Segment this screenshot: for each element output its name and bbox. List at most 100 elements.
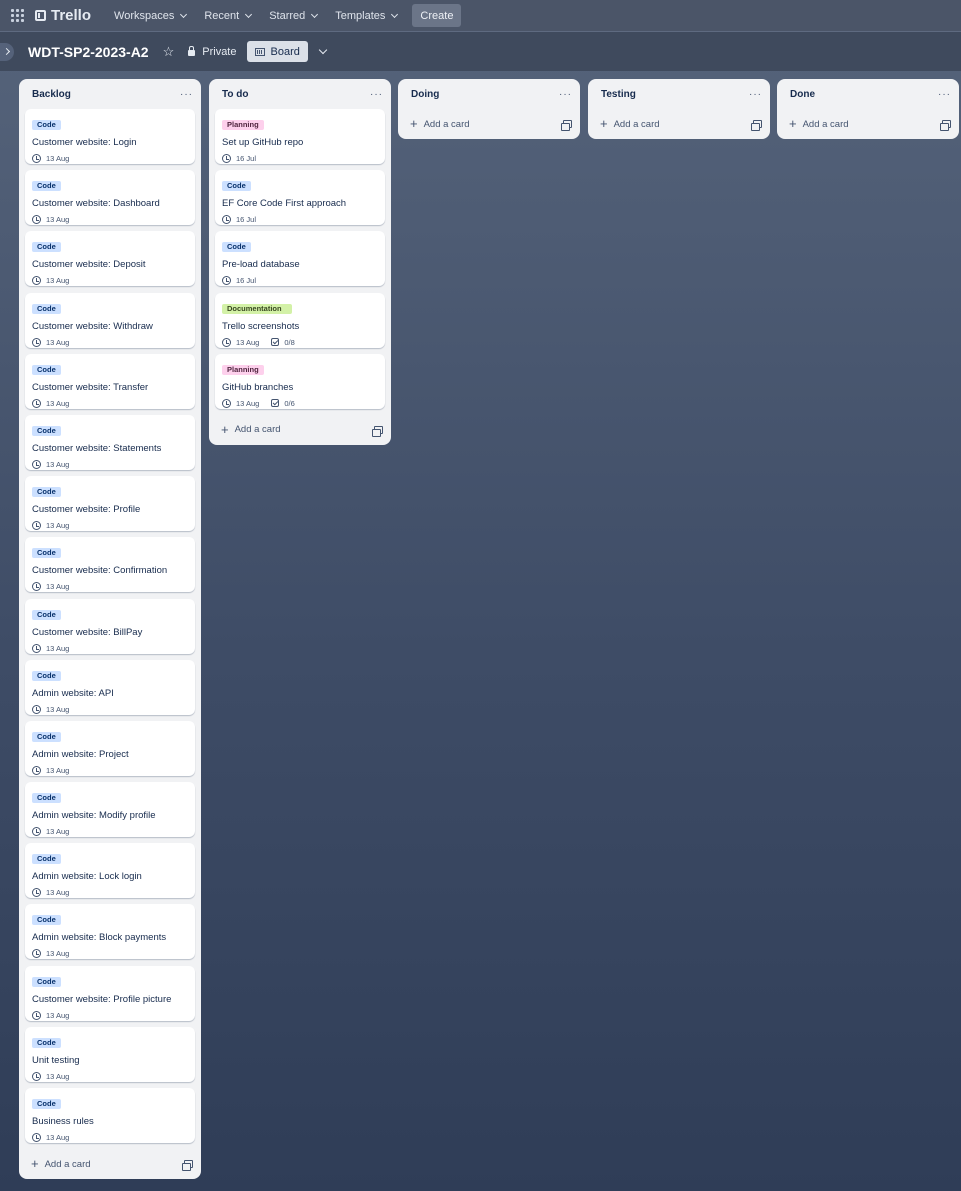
- card[interactable]: Code Customer website: Deposit 13 Aug: [25, 231, 195, 287]
- card-due-date[interactable]: 13 Aug: [46, 154, 69, 163]
- card[interactable]: Code Customer website: Login 13 Aug: [25, 109, 195, 164]
- card-due-date[interactable]: 13 Aug: [46, 521, 69, 530]
- card-due-date[interactable]: 13 Aug: [236, 399, 259, 408]
- card-label[interactable]: Documentation: [222, 303, 292, 314]
- nav-templates[interactable]: Templates: [326, 4, 406, 28]
- list-menu-icon[interactable]: ···: [938, 89, 951, 100]
- card-label[interactable]: Planning: [222, 364, 264, 375]
- card-due-date[interactable]: 13 Aug: [46, 644, 69, 653]
- card-template-icon[interactable]: [751, 120, 762, 131]
- card[interactable]: Code EF Core Code First approach 16 Jul: [215, 170, 385, 226]
- card-due-date[interactable]: 13 Aug: [46, 1133, 69, 1142]
- board-title[interactable]: WDT-SP2-2023-A2: [28, 44, 149, 60]
- card[interactable]: Code Customer website: Profile 13 Aug: [25, 476, 195, 532]
- card[interactable]: Code Admin website: Block payments 13 Aug: [25, 904, 195, 960]
- card-label[interactable]: Code: [32, 854, 61, 865]
- add-card-button[interactable]: + Add a card: [600, 117, 660, 130]
- card-label[interactable]: Code: [32, 242, 61, 253]
- views-chevron-icon[interactable]: [318, 45, 328, 54]
- card-label[interactable]: Code: [32, 181, 61, 192]
- card-due-date[interactable]: 13 Aug: [46, 1011, 69, 1020]
- card[interactable]: Code Admin website: Project 13 Aug: [25, 720, 195, 776]
- card[interactable]: Code Customer website: Profile picture 13 …: [25, 965, 195, 1021]
- card-due-date[interactable]: 13 Aug: [46, 1072, 69, 1081]
- star-icon[interactable]: ☆: [163, 44, 175, 60]
- list-header[interactable]: Testing ···: [588, 79, 770, 109]
- list-header[interactable]: Done ···: [777, 79, 959, 109]
- card-label[interactable]: Planning: [222, 120, 264, 130]
- card-due-date[interactable]: 13 Aug: [46, 766, 69, 775]
- card-due-date[interactable]: 16 Jul: [236, 154, 256, 163]
- list-menu-icon[interactable]: ···: [180, 89, 193, 100]
- card-label[interactable]: Code: [32, 364, 61, 375]
- card-due-date[interactable]: 13 Aug: [46, 827, 69, 836]
- list-header[interactable]: Doing ···: [398, 79, 580, 109]
- card-due-date[interactable]: 16 Jul: [236, 215, 256, 224]
- card-due-date[interactable]: 13 Aug: [46, 888, 69, 897]
- card-label[interactable]: Code: [32, 120, 61, 130]
- app-switcher-icon[interactable]: [11, 8, 27, 24]
- card-due-date[interactable]: 13 Aug: [46, 460, 69, 469]
- card-label[interactable]: Code: [32, 425, 61, 436]
- list-header[interactable]: To do ···: [209, 79, 391, 109]
- add-card-button[interactable]: + Add a card: [31, 1157, 91, 1170]
- card-template-icon[interactable]: [182, 1160, 193, 1172]
- create-button[interactable]: Create: [412, 4, 462, 27]
- card-due-date[interactable]: 13 Aug: [46, 399, 69, 408]
- card-template-icon[interactable]: [940, 120, 951, 131]
- card-label[interactable]: Code: [32, 976, 61, 987]
- list-header[interactable]: Backlog ···: [19, 79, 201, 109]
- list-menu-icon[interactable]: ···: [370, 89, 383, 100]
- card[interactable]: Code Pre-load database 16 Jul: [215, 231, 385, 287]
- add-card-button[interactable]: + Add a card: [221, 423, 281, 436]
- sidebar-toggle[interactable]: [0, 42, 14, 61]
- card[interactable]: Code Admin website: Modify profile 13 Aug: [25, 782, 195, 838]
- card[interactable]: Code Customer website: Transfer 13 Aug: [25, 353, 195, 409]
- list-title[interactable]: To do: [222, 89, 248, 100]
- card-label[interactable]: Code: [32, 548, 61, 559]
- card-label[interactable]: Code: [32, 793, 61, 804]
- card-label[interactable]: Code: [32, 487, 61, 498]
- board-view-button[interactable]: Board: [246, 41, 308, 62]
- card-label[interactable]: Code: [32, 1099, 61, 1109]
- list-menu-icon[interactable]: ···: [559, 89, 572, 100]
- nav-workspaces[interactable]: Workspaces: [105, 4, 195, 28]
- card[interactable]: Code Admin website: API 13 Aug: [25, 659, 195, 715]
- trello-logo[interactable]: Trello: [35, 7, 91, 24]
- list-title[interactable]: Testing: [601, 89, 636, 100]
- card[interactable]: Code Business rules 13 Aug: [25, 1088, 195, 1143]
- card-due-date[interactable]: 13 Aug: [46, 276, 69, 285]
- card-due-date[interactable]: 13 Aug: [46, 949, 69, 958]
- card-label[interactable]: Code: [32, 609, 61, 620]
- card-due-date[interactable]: 13 Aug: [46, 338, 69, 347]
- card-due-date[interactable]: 13 Aug: [46, 215, 69, 224]
- card-label[interactable]: Code: [32, 670, 61, 681]
- list-title[interactable]: Doing: [411, 89, 439, 100]
- list-title[interactable]: Done: [790, 89, 815, 100]
- card[interactable]: Code Customer website: Statements 13 Aug: [25, 414, 195, 470]
- card[interactable]: Code Customer website: BillPay 13 Aug: [25, 598, 195, 654]
- card-label[interactable]: Code: [32, 1037, 61, 1048]
- nav-recent[interactable]: Recent: [195, 4, 260, 28]
- add-card-button[interactable]: + Add a card: [789, 117, 849, 130]
- card-template-icon[interactable]: [372, 425, 383, 437]
- card-label[interactable]: Code: [222, 181, 251, 192]
- card-label[interactable]: Code: [222, 242, 251, 253]
- card[interactable]: Planning Set up GitHub repo 16 Jul: [215, 109, 385, 164]
- add-card-button[interactable]: + Add a card: [410, 117, 470, 130]
- card-label[interactable]: Code: [32, 915, 61, 926]
- card[interactable]: Code Customer website: Withdraw 13 Aug: [25, 292, 195, 348]
- card-template-icon[interactable]: [561, 120, 572, 131]
- list-title[interactable]: Backlog: [32, 89, 71, 100]
- card-label[interactable]: Code: [32, 731, 61, 742]
- card[interactable]: Code Customer website: Dashboard 13 Aug: [25, 170, 195, 226]
- nav-starred[interactable]: Starred: [260, 4, 326, 28]
- visibility-button[interactable]: Private: [188, 46, 237, 58]
- card-due-date[interactable]: 13 Aug: [46, 582, 69, 591]
- card[interactable]: Documentation Trello screenshots 13 Aug 0/8: [215, 292, 385, 348]
- card[interactable]: Code Admin website: Lock login 13 Aug: [25, 843, 195, 899]
- card-due-date[interactable]: 13 Aug: [236, 338, 259, 347]
- card[interactable]: Code Customer website: Confirmation 13 Aug: [25, 537, 195, 593]
- card-due-date[interactable]: 13 Aug: [46, 705, 69, 714]
- card[interactable]: Code Unit testing 13 Aug: [25, 1026, 195, 1082]
